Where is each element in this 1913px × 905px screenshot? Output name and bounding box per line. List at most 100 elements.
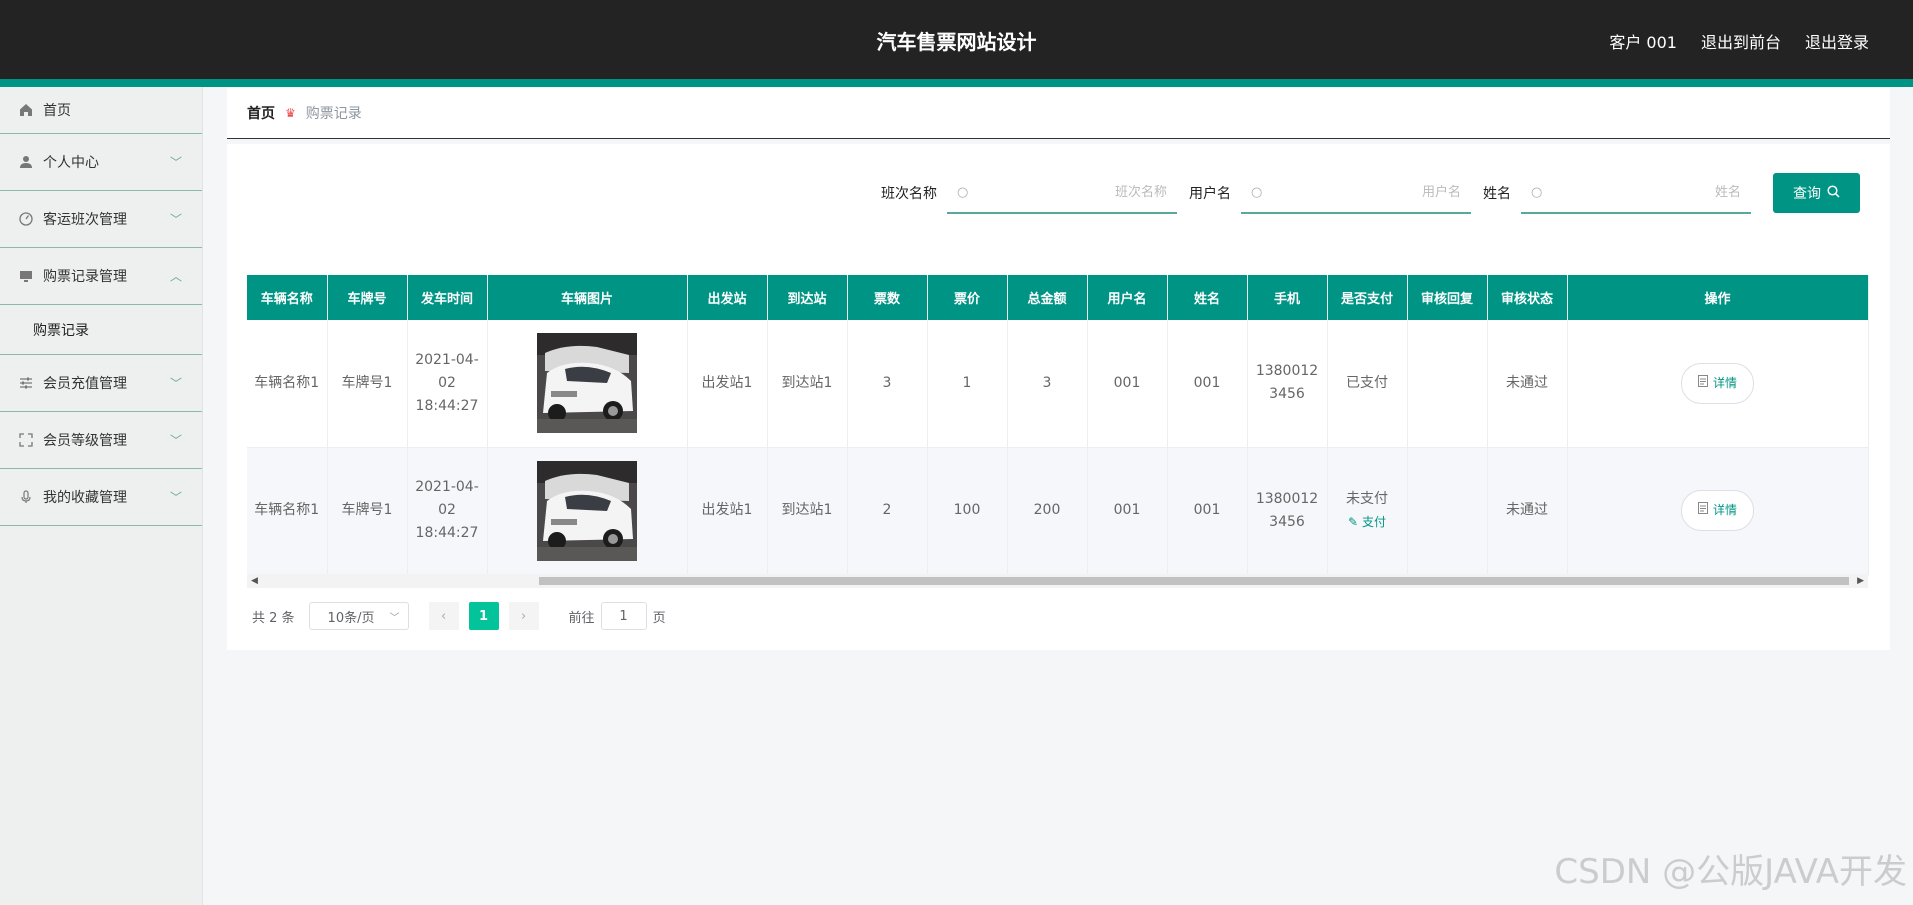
cell-ticket-count: 3 [847,320,928,448]
schedule-name-field: ○ [947,172,1177,214]
horizontal-scrollbar[interactable]: ◀ ▶ [247,574,1868,588]
sidebar-subitem-ticket-record[interactable]: 购票记录 [0,305,202,355]
search-button[interactable]: 查询 [1773,173,1860,213]
detail-button[interactable]: 详情 [1680,490,1754,531]
fullscreen-icon [18,432,34,448]
cell-total-amount: 200 [1007,447,1088,575]
goto-prefix: 前往 [568,610,595,626]
document-icon [1697,499,1708,522]
sidebar-item-label: 首页 [43,103,71,119]
chevron-down-icon: ﹀ [169,433,182,448]
goto-page-input[interactable] [600,602,647,630]
csdn-watermark: CSDN @公版JAVA开发 [1554,852,1907,892]
sidebar-item-label: 我的收藏管理 [43,490,127,506]
logout-link[interactable]: 退出登录 [1805,29,1869,53]
table-header-row: 车辆名称 车牌号 发车时间 车辆图片 出发站 到达站 票数 票价 总金额 用户名… [247,275,1869,320]
cell-review-reply [1407,320,1488,448]
name-input[interactable] [1542,184,1741,200]
column-header: 出发站 [687,275,768,320]
scrollbar-thumb[interactable] [539,577,1849,585]
cell-actions: 详情 [1567,320,1869,448]
detail-button-label: 详情 [1712,375,1737,390]
cell-payment-status: 已支付 [1327,320,1408,448]
goto-page: 前往 页 [569,602,666,630]
chevron-down-icon: ﹀ [169,212,182,227]
next-page-button[interactable]: › [508,602,539,630]
sidebar-item-schedule-management[interactable]: 客运班次管理 ﹀ [0,191,202,248]
cell-ticket-count: 2 [847,447,928,575]
breadcrumb-home[interactable]: 首页 [247,103,275,123]
search-button-label: 查询 [1793,186,1821,202]
table-row: 车辆名称1 车牌号1 2021-04-02 18:44:27 出发站1 到达站1… [247,320,1869,448]
microphone-icon [18,489,34,505]
column-header: 车辆图片 [487,275,688,320]
cell-vehicle-image [487,447,688,575]
column-header: 总金额 [1007,275,1088,320]
scroll-left-icon[interactable]: ◀ [251,574,258,588]
cell-real-name: 001 [1167,320,1248,448]
breadcrumb-current: 购票记录 [305,106,362,122]
exit-to-front-link[interactable]: 退出到前台 [1701,29,1781,53]
cell-vehicle-name: 车辆名称1 [247,320,328,448]
page-size-value: 10条/页 [327,610,375,626]
pay-button[interactable]: ✎ 支付 [1334,511,1401,534]
car-photo [537,333,637,434]
sidebar-item-recharge-management[interactable]: 会员充值管理 ﹀ [0,355,202,412]
sidebar-item-label: 个人中心 [43,155,99,171]
sidebar-item-label: 客运班次管理 [43,212,127,228]
cell-real-name: 001 [1167,447,1248,575]
cell-actions: 详情 [1567,447,1869,575]
username-field: ○ [1241,172,1471,214]
name-label: 姓名 [1483,186,1511,202]
cell-departure-time: 2021-04-02 18:44:27 [407,447,488,575]
sidebar-item-home[interactable]: 首页 [0,87,202,134]
sidebar: 首页 个人中心 ﹀ 客运班次管理 ﹀ 购票记录管理 ︿ 购票记录 会员充值管理 … [0,87,203,905]
page-size-select[interactable]: 10条/页 ﹀ [308,602,409,630]
chevron-down-icon: ﹀ [389,612,400,624]
sidebar-item-favorites-management[interactable]: 我的收藏管理 ﹀ [0,469,202,526]
page-number-1[interactable]: 1 [468,602,499,630]
column-header: 到达站 [767,275,848,320]
ticket-table: 车辆名称 车牌号 发车时间 车辆图片 出发站 到达站 票数 票价 总金额 用户名… [247,275,1869,575]
cell-username: 001 [1087,447,1168,575]
column-header: 操作 [1567,275,1869,320]
cell-plate: 车牌号1 [327,320,408,448]
sidebar-item-personal-center[interactable]: 个人中心 ﹀ [0,134,202,191]
sidebar-item-label: 会员充值管理 [43,376,127,392]
sidebar-item-label: 购票记录管理 [43,269,127,285]
scroll-right-icon[interactable]: ▶ [1857,574,1864,588]
car-photo [537,460,637,561]
main-content: 班次名称 ○ 用户名 ○ 姓名 ○ 查询 [227,144,1890,650]
chevron-right-icon: › [520,608,527,624]
cell-to-station: 到达站1 [767,320,848,448]
schedule-name-input[interactable] [968,184,1167,200]
payment-status-text: 未支付 [1346,490,1388,507]
cell-to-station: 到达站1 [767,447,848,575]
column-header: 审核回复 [1407,275,1488,320]
detail-button[interactable]: 详情 [1680,362,1754,404]
schedule-name-label: 班次名称 [881,186,937,202]
sidebar-item-member-level-management[interactable]: 会员等级管理 ﹀ [0,412,202,469]
total-count: 共 2 条 [252,610,295,626]
current-user: 客户 001 [1609,33,1677,52]
sliders-icon [18,375,34,391]
breadcrumb-separator-icon: ♛ [285,106,296,120]
cell-review-reply [1407,447,1488,575]
username-label: 用户名 [1189,186,1231,202]
chevron-left-icon: ‹ [440,608,447,624]
detail-button-label: 详情 [1712,503,1737,517]
cell-username: 001 [1087,320,1168,448]
dashboard-icon [18,211,34,227]
sidebar-item-ticket-record-management[interactable]: 购票记录管理 ︿ [0,248,202,305]
table-row: 车辆名称1 车牌号1 2021-04-02 18:44:27 出发站1 到达站1… [247,447,1869,575]
edit-icon: ✎ [1348,514,1359,529]
column-header: 车牌号 [327,275,408,320]
username-input[interactable] [1262,184,1461,200]
home-icon [18,102,34,118]
cell-review-status: 未通过 [1487,320,1568,448]
column-header: 审核状态 [1487,275,1568,320]
column-header: 发车时间 [407,275,488,320]
prev-page-button[interactable]: ‹ [428,602,459,630]
pagination: 共 2 条 10条/页 ﹀ ‹ 1 › 前往 页 [252,602,666,630]
cell-vehicle-name: 车辆名称1 [247,447,328,575]
